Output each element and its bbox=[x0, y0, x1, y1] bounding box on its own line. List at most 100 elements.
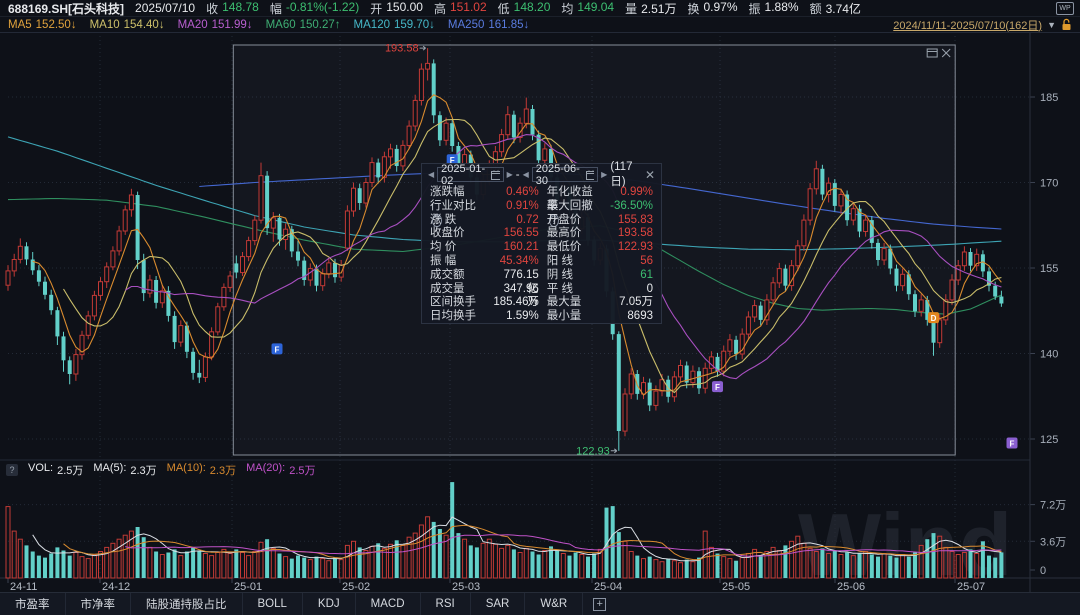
indicator-tab[interactable]: SAR bbox=[471, 593, 526, 615]
unlock-icon[interactable] bbox=[1061, 18, 1072, 31]
quote-field-label: 振 bbox=[749, 0, 761, 17]
stat-value: 8693 bbox=[610, 310, 653, 324]
ma-legend: MA5152.50↓MA10154.40↓MA20151.99↓MA60150.… bbox=[8, 19, 529, 31]
symbol-title: 688169.SH[石头科技] bbox=[8, 0, 124, 17]
popup-close-icon[interactable]: ✕ bbox=[645, 168, 655, 182]
svg-text:3.6万: 3.6万 bbox=[1040, 536, 1066, 548]
quote-field: 收148.78 bbox=[206, 0, 259, 17]
stat-label: 均 价 bbox=[430, 241, 485, 255]
date-range-text[interactable]: 2024/11/11-2025/07/10(162日) bbox=[893, 17, 1042, 33]
svg-text:155: 155 bbox=[1040, 263, 1058, 275]
quote-field-label: 量 bbox=[625, 0, 637, 17]
end-date-picker[interactable]: 2025-06-30 bbox=[532, 167, 598, 182]
quote-field-label: 高 bbox=[434, 0, 446, 17]
stat-value: 45.34% bbox=[493, 255, 538, 269]
wp-window-icon[interactable]: WP bbox=[1056, 2, 1074, 15]
svg-text:7.2万: 7.2万 bbox=[1040, 500, 1066, 512]
add-indicator-button[interactable]: + bbox=[583, 593, 616, 615]
quote-field-label: 幅 bbox=[270, 0, 282, 17]
chevron-down-icon[interactable]: ▼ bbox=[1047, 20, 1056, 30]
event-badge-D[interactable]: D bbox=[928, 312, 939, 323]
stat-value: 0.91% bbox=[493, 200, 538, 214]
stat-label: 行业对比? bbox=[430, 200, 485, 214]
quote-field: 开150.00 bbox=[370, 0, 423, 17]
stat-label: 区间换手 bbox=[430, 296, 485, 310]
range-stats-popup: ◀ 2025-01-02 ▶ - ◀ 2025-06-30 ▶ (117日) ✕… bbox=[421, 163, 662, 324]
quote-fields: 收148.78幅-0.81%(-1.22)开150.00高151.02低148.… bbox=[206, 0, 861, 17]
indicator-tab-bar: 市盈率市净率陆股通持股占比BOLLKDJMACDRSISARW&R + bbox=[0, 592, 1080, 615]
stat-label: 最低价 bbox=[547, 241, 602, 255]
quote-field: 高151.02 bbox=[434, 0, 487, 17]
stat-value: 185.46% bbox=[493, 296, 538, 310]
stat-label: 平 线 bbox=[547, 283, 602, 297]
svg-text:170: 170 bbox=[1040, 178, 1058, 190]
svg-text:0: 0 bbox=[1040, 565, 1046, 577]
stat-label: 振 幅 bbox=[430, 255, 485, 269]
svg-text:F: F bbox=[275, 345, 280, 354]
indicator-tab[interactable]: 市盈率 bbox=[0, 593, 66, 615]
quote-field-value: 151.02 bbox=[450, 0, 487, 17]
help-icon[interactable]: ? bbox=[6, 464, 18, 476]
indicator-tab[interactable]: MACD bbox=[356, 593, 421, 615]
stat-value: 0 bbox=[610, 283, 653, 297]
stat-value: 1.59% bbox=[493, 310, 538, 324]
popup-stats-grid: 涨跌幅0.46%年化收益率0.99%行业对比?0.91%最大回撤?-36.50%… bbox=[422, 185, 661, 324]
quote-field: 额3.74亿 bbox=[810, 0, 861, 17]
stat-label: 最大量 bbox=[547, 296, 602, 310]
stat-value: 0.46% bbox=[493, 186, 538, 200]
end-date-next-icon[interactable]: ▶ bbox=[601, 170, 607, 179]
indicator-tab[interactable]: 市净率 bbox=[66, 593, 132, 615]
date-range-selector[interactable]: 2024/11/11-2025/07/10(162日) ▼ bbox=[893, 17, 1072, 33]
wind-chart-window: 1851701551401257.2万3.6万024-1124-1225-012… bbox=[0, 0, 1080, 615]
quote-field: 换0.97% bbox=[687, 0, 737, 17]
ma-legend-bar: MA5152.50↓MA10154.40↓MA20151.99↓MA60150.… bbox=[0, 17, 1080, 33]
quote-field: 量2.51万 bbox=[625, 0, 676, 17]
stat-label: 收盘价 bbox=[430, 227, 485, 241]
quote-date: 2025/07/10 bbox=[135, 1, 195, 15]
stat-value: 0.99% bbox=[610, 186, 653, 200]
end-date-prev-icon[interactable]: ◀ bbox=[523, 170, 529, 179]
event-badge-F[interactable]: F bbox=[272, 343, 283, 354]
stat-label: 年化收益率 bbox=[547, 186, 602, 200]
volume-legend-item: MA(10):2.3万 bbox=[167, 462, 236, 478]
stat-label: 阳 线 bbox=[547, 255, 602, 269]
stat-label: 日均换手 bbox=[430, 310, 485, 324]
quote-field: 低148.20 bbox=[498, 0, 551, 17]
ma-legend-item: MA120159.70↓ bbox=[354, 19, 435, 31]
start-date-value: 2025-01-02 bbox=[441, 163, 488, 187]
quote-field-value: 3.74亿 bbox=[826, 0, 861, 17]
event-badge-F[interactable]: F bbox=[1007, 438, 1018, 449]
wind-watermark: Wind bbox=[798, 495, 1012, 594]
start-date-next-icon[interactable]: ▶ bbox=[507, 170, 513, 179]
stat-label: 最大回撤? bbox=[547, 200, 602, 214]
quote-field-value: 148.78 bbox=[222, 0, 259, 17]
event-badge-F[interactable]: F bbox=[712, 381, 723, 392]
volume-legend: VOL:2.5万MA(5):2.3万MA(10):2.3万MA(20):2.5万 bbox=[28, 462, 316, 478]
stat-label: 最小量 bbox=[547, 310, 602, 324]
quote-field-value: 0.97% bbox=[703, 0, 737, 17]
svg-text:125: 125 bbox=[1040, 434, 1058, 446]
svg-text:D: D bbox=[931, 314, 937, 323]
indicator-tab[interactable]: 陆股通持股占比 bbox=[131, 593, 243, 615]
stat-label: 阴 线 bbox=[547, 269, 602, 283]
svg-text:185: 185 bbox=[1040, 92, 1058, 104]
volume-legend-item: MA(5):2.3万 bbox=[93, 462, 156, 478]
stat-value: 0.72 bbox=[493, 214, 538, 228]
svg-text:140: 140 bbox=[1040, 349, 1058, 361]
stat-value: -36.50% bbox=[610, 200, 653, 214]
stat-value: 61 bbox=[610, 269, 653, 283]
indicator-tab[interactable]: RSI bbox=[421, 593, 471, 615]
start-date-picker[interactable]: 2025-01-02 bbox=[437, 167, 503, 182]
stat-value: 7.05万 bbox=[610, 296, 653, 310]
quote-field-value: 148.20 bbox=[514, 0, 551, 17]
quote-field-value: 150.00 bbox=[386, 0, 423, 17]
quote-field-label: 均 bbox=[561, 0, 573, 17]
plus-icon: + bbox=[593, 598, 606, 611]
indicator-tab[interactable]: KDJ bbox=[303, 593, 356, 615]
indicator-tab[interactable]: W&R bbox=[525, 593, 583, 615]
start-date-prev-icon[interactable]: ◀ bbox=[428, 170, 434, 179]
quote-field-label: 收 bbox=[206, 0, 218, 17]
indicator-tab[interactable]: BOLL bbox=[243, 593, 303, 615]
stat-label: 涨 跌 bbox=[430, 214, 485, 228]
quote-field-label: 换 bbox=[687, 0, 699, 17]
